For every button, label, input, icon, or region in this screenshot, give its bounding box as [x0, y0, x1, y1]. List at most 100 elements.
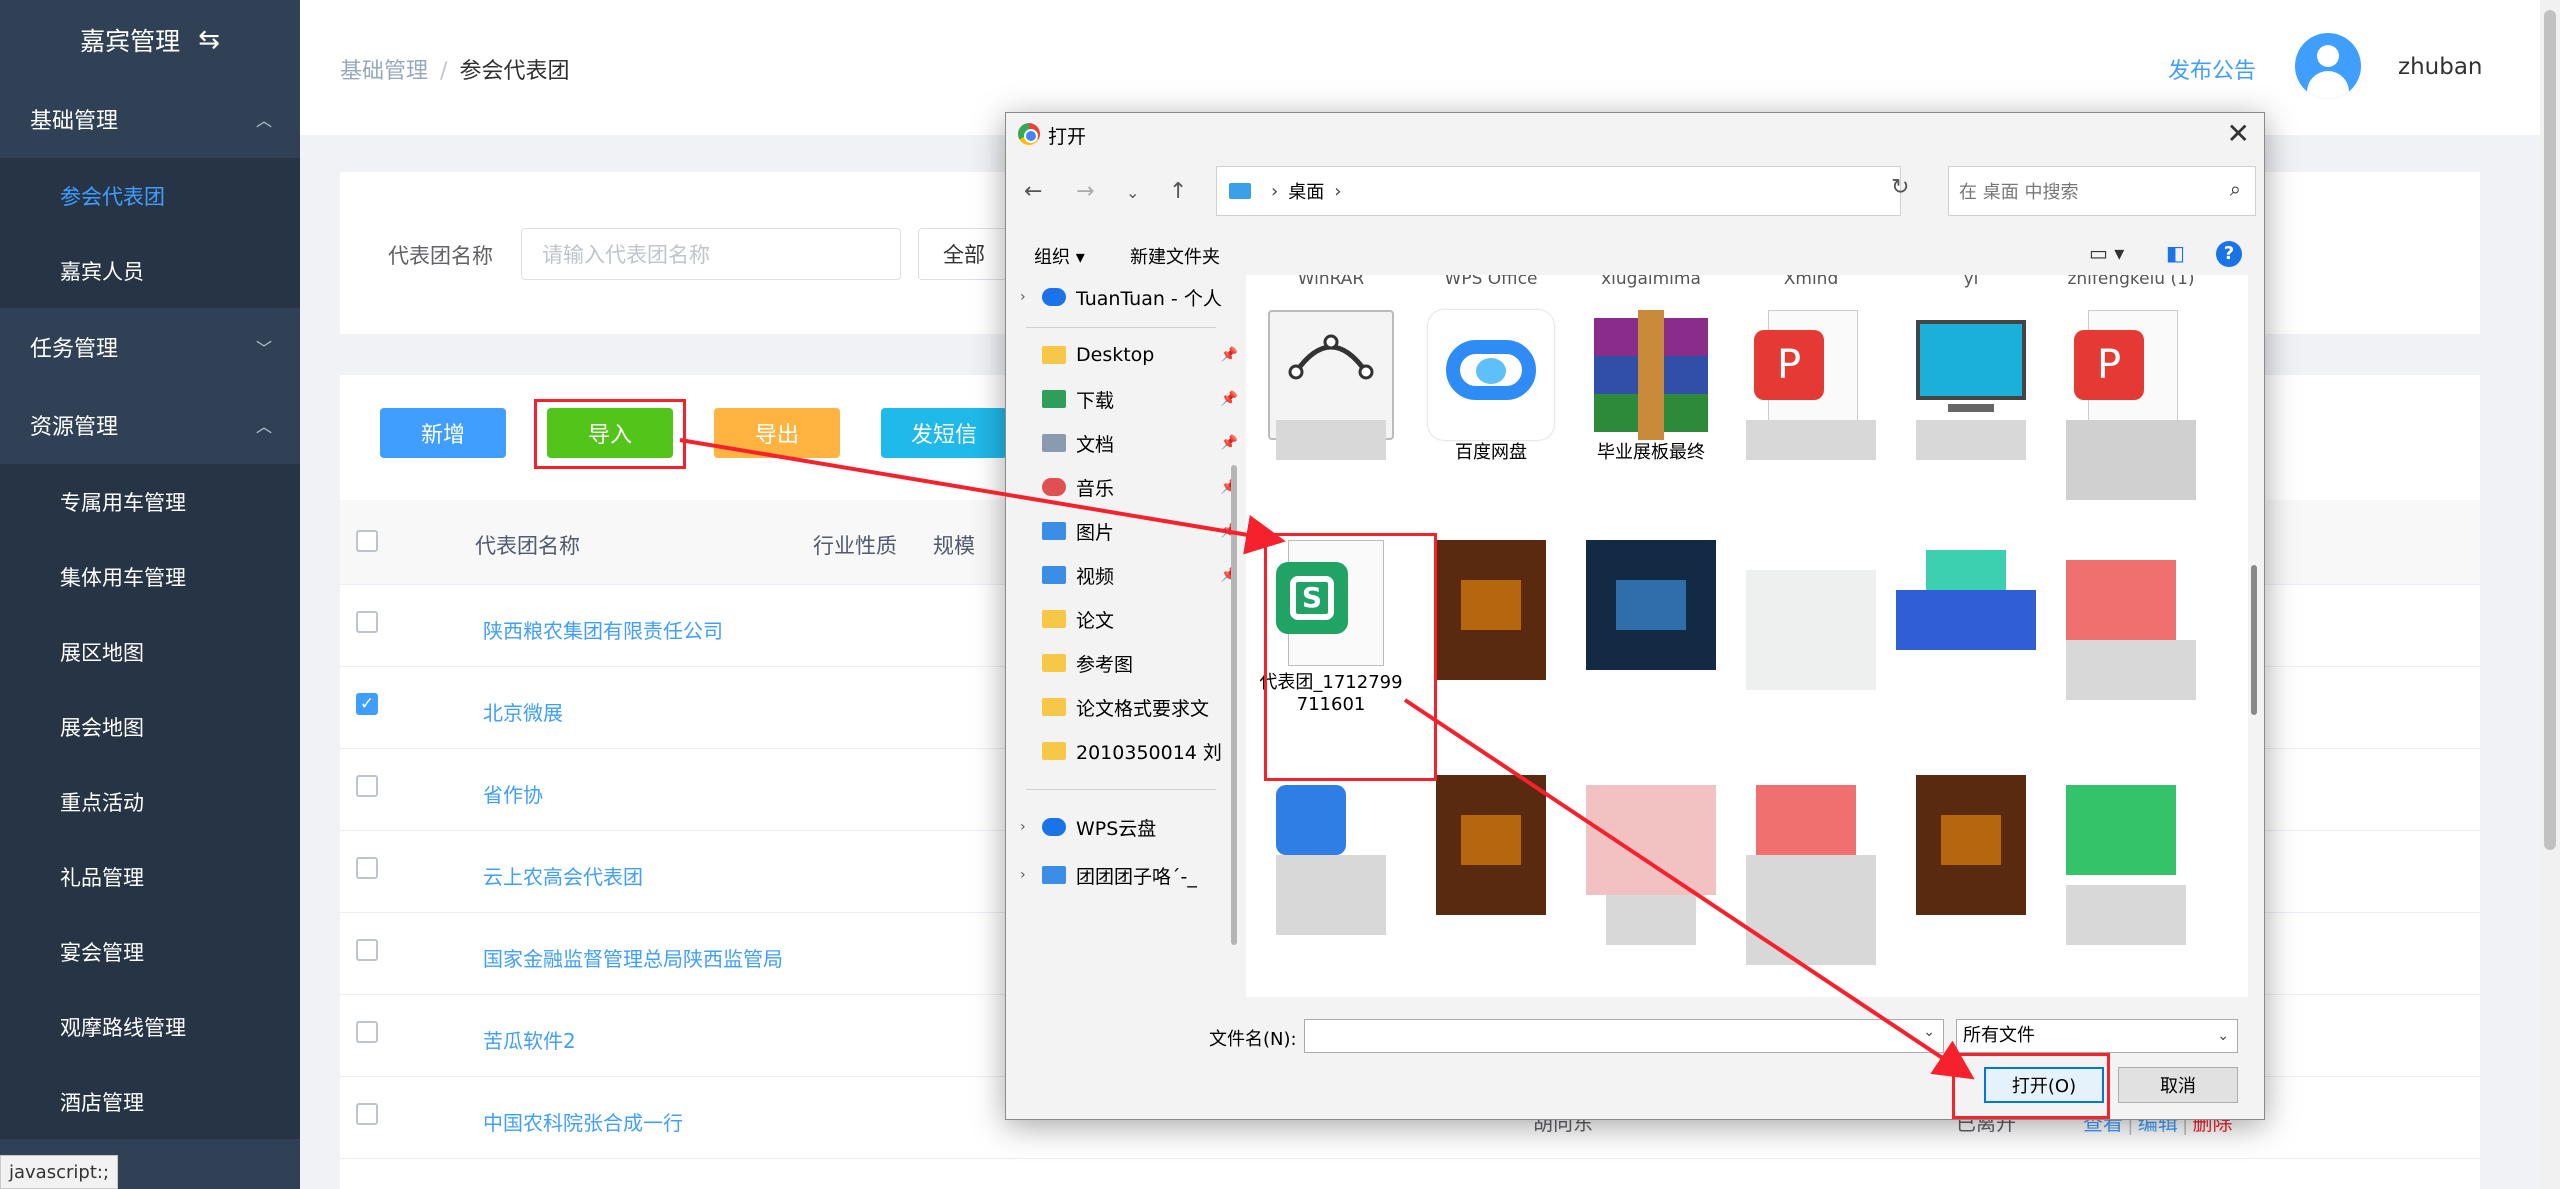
sidebar-item-banquets[interactable]: 宴会管理 [0, 914, 300, 989]
sidebar-item-hotels[interactable]: 酒店管理 [0, 1064, 300, 1139]
up-arrow-icon[interactable]: ↑ [1169, 179, 1187, 204]
nav-item-thesis[interactable]: 论文 [1016, 597, 1246, 641]
page-scrollbar[interactable] [2540, 0, 2560, 1189]
organize-menu[interactable]: 组织 ▾ [1034, 243, 1085, 269]
search-input[interactable]: 在 桌面 中搜索 ⌕ [1948, 166, 2256, 216]
file-item-winrar-archive[interactable]: 毕业展板最终 [1576, 290, 1726, 505]
nav-item-music[interactable]: 音乐 📌 [1016, 465, 1246, 509]
export-button[interactable]: 导出 [714, 408, 840, 458]
send-sms-button[interactable]: 发短信 [881, 408, 1007, 458]
nav-item-thesis-format[interactable]: 论文格式要求文 [1016, 685, 1246, 729]
row-checkbox[interactable] [356, 1021, 378, 1043]
nav-item-wps-cloud[interactable]: › WPS云盘 [1016, 805, 1246, 849]
row-checkbox[interactable] [356, 939, 378, 961]
sidebar-item-expo-map[interactable]: 展会地图 [0, 689, 300, 764]
sidebar-group-resources[interactable]: 资源管理 ︿ [0, 386, 300, 464]
cancel-button[interactable]: 取消 [2118, 1067, 2238, 1103]
file-item-baidu-netdisk[interactable]: 百度网盘 [1416, 290, 1566, 505]
status-select[interactable]: 全部 [918, 228, 1018, 280]
delegation-name-link[interactable]: 中国农科院张合成一行 [483, 1107, 683, 1136]
row-checkbox[interactable] [356, 775, 378, 797]
nav-item-videos[interactable]: 视频 📌 [1016, 553, 1246, 597]
file-item-word[interactable] [1256, 775, 1406, 990]
file-item-image[interactable] [1576, 520, 1726, 735]
nav-item-pictures[interactable]: 图片 📌 [1016, 509, 1246, 553]
nav-pane-scrollbar[interactable] [1231, 465, 1237, 945]
sidebar-item-guests[interactable]: 嘉宾人员 [0, 233, 300, 308]
nav-item-tuantuan[interactable]: › TuanTuan - 个人 [1016, 275, 1246, 319]
dialog-navbar: ← → ⌄ ↑ › 桌面 › ⌄ ↻ 在 桌面 中搜索 ⌕ [1006, 161, 2264, 221]
sidebar-item-group-car[interactable]: 集体用车管理 [0, 539, 300, 614]
username[interactable]: zhuban [2398, 54, 2483, 80]
file-item-eps[interactable] [1256, 290, 1406, 505]
search-placeholder: 在 桌面 中搜索 [1959, 182, 2079, 203]
file-item-pdf[interactable]: P [2056, 290, 2206, 505]
file-item-image[interactable] [1416, 520, 1566, 735]
sidebar-item-gifts[interactable]: 礼品管理 [0, 839, 300, 914]
address-segment-desktop[interactable]: 桌面 [1288, 178, 1324, 204]
swap-icon[interactable]: ⇆ [198, 25, 220, 55]
back-arrow-icon[interactable]: ← [1024, 179, 1042, 204]
nav-item-user[interactable]: › 团团团子咯´-_ [1016, 853, 1246, 897]
search-icon: ⌕ [2229, 177, 2241, 201]
row-checkbox[interactable] [356, 611, 378, 633]
row-checkbox[interactable] [356, 857, 378, 879]
file-open-dialog: 打开 ✕ ← → ⌄ ↑ › 桌面 › ⌄ ↻ 在 桌面 中搜索 ⌕ 组织 ▾ … [1005, 112, 2265, 1120]
delegation-name-link[interactable]: 国家金融监督管理总局陕西监管局 [483, 943, 783, 972]
delegation-name-link[interactable]: 苦瓜软件2 [483, 1025, 576, 1054]
file-item-image[interactable] [1896, 775, 2046, 990]
file-item-image[interactable] [1736, 520, 1886, 735]
file-item-image[interactable] [1736, 775, 1886, 990]
nav-item-desktop[interactable]: Desktop 📌 [1016, 333, 1246, 377]
file-list-scrollbar[interactable] [2248, 275, 2262, 997]
file-item-pdf[interactable]: P [1736, 290, 1886, 505]
sidebar-item-exclusive-car[interactable]: 专属用车管理 [0, 464, 300, 539]
sidebar-item-tour-routes[interactable]: 观摩路线管理 [0, 989, 300, 1064]
publish-notice-link[interactable]: 发布公告 [2168, 53, 2256, 85]
delegation-name-link[interactable]: 北京微展 [483, 697, 563, 726]
delegation-name-link[interactable]: 陕西粮农集团有限责任公司 [483, 615, 723, 644]
filename-input[interactable]: ⌄ [1304, 1019, 1944, 1053]
nav-item-downloads[interactable]: 下载 📌 [1016, 377, 1246, 421]
sidebar-item-exhibition-map[interactable]: 展区地图 [0, 614, 300, 689]
music-icon [1042, 478, 1066, 496]
preview-pane-icon[interactable]: ◧ [2166, 241, 2185, 265]
close-icon[interactable]: ✕ [2227, 117, 2250, 150]
file-item-monitor[interactable] [1896, 290, 2046, 505]
delegation-name-link[interactable]: 省作协 [483, 779, 543, 808]
folder-icon [1042, 654, 1066, 672]
filetype-select[interactable]: 所有文件 ⌄ [1956, 1019, 2238, 1053]
add-button[interactable]: 新增 [380, 408, 506, 458]
file-label-top: Xmind [1783, 275, 1839, 289]
delegation-name-input[interactable]: 请输入代表团名称 [521, 228, 901, 280]
file-item-image[interactable] [1416, 775, 1566, 990]
file-item-image[interactable] [1576, 775, 1726, 990]
breadcrumb-item[interactable]: 基础管理 [340, 59, 428, 84]
row-checkbox[interactable] [356, 1103, 378, 1125]
file-label-top: WPS Office [1444, 275, 1538, 289]
nav-item-2010350014[interactable]: 2010350014 刘 [1016, 729, 1246, 773]
new-folder-button[interactable]: 新建文件夹 [1130, 243, 1220, 269]
baidu-netdisk-icon [1428, 310, 1554, 440]
forward-arrow-icon[interactable]: → [1076, 179, 1094, 204]
sidebar-item-delegations[interactable]: 参会代表团 [0, 158, 300, 233]
delegation-name-link[interactable]: 云上农高会代表团 [483, 861, 643, 890]
file-item-image[interactable] [1896, 520, 2046, 735]
chevron-down-icon[interactable]: ⌄ [1923, 1024, 1935, 1040]
file-item-image[interactable] [2056, 520, 2206, 735]
address-bar[interactable]: › 桌面 › ⌄ [1216, 166, 2070, 216]
sidebar-item-key-events[interactable]: 重点活动 [0, 764, 300, 839]
nav-item-reference-images[interactable]: 参考图 [1016, 641, 1246, 685]
row-checkbox[interactable]: ✓ [356, 693, 378, 715]
refresh-icon[interactable]: ↻ [1891, 175, 1909, 200]
sidebar-group-tasks[interactable]: 任务管理 ﹀ [0, 308, 300, 386]
sidebar-group-basic[interactable]: 基础管理 ︿ [0, 80, 300, 158]
help-icon[interactable]: ? [2216, 241, 2242, 267]
recent-locations-chevron-icon[interactable]: ⌄ [1126, 183, 1139, 202]
select-all-checkbox[interactable] [356, 530, 378, 552]
sidebar-title: 嘉宾管理 [80, 27, 181, 56]
view-options-icon[interactable]: ▭ ▾ [2089, 241, 2124, 265]
nav-item-documents[interactable]: 文档 📌 [1016, 421, 1246, 465]
avatar[interactable] [2295, 33, 2361, 99]
file-item-image[interactable] [2056, 775, 2206, 990]
